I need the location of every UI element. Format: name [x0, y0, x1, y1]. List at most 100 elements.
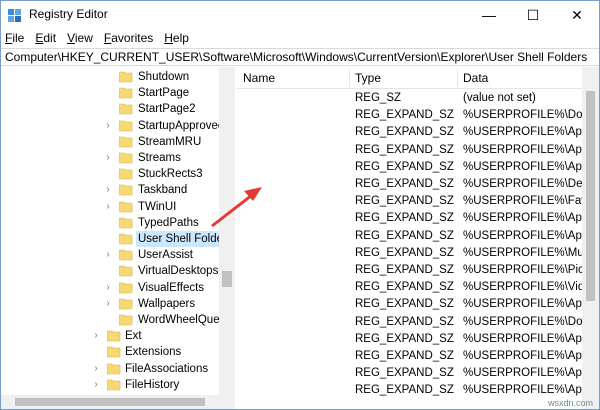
expand-chevron-icon[interactable]: ›: [103, 182, 113, 198]
tree-vertical-scroll-thumb[interactable]: [222, 271, 232, 287]
tree-item-label: Ext: [125, 330, 142, 343]
value-type: REG_EXPAND_SZ: [355, 264, 454, 276]
expand-chevron-icon[interactable]: ›: [103, 296, 113, 312]
expand-chevron-icon[interactable]: ›: [103, 280, 113, 296]
menu-view-rest: iew: [74, 31, 93, 45]
minimize-button[interactable]: —: [467, 1, 511, 29]
maximize-button[interactable]: ☐: [511, 1, 555, 29]
expand-chevron-icon[interactable]: ›: [91, 377, 101, 393]
value-data: %USERPROFILE%\AppDa: [463, 126, 583, 139]
value-row[interactable]: abCacheREG_EXPAND_SZ%USERPROFILE%\AppDa: [237, 142, 599, 159]
tree-item[interactable]: › Taskband: [1, 182, 234, 198]
value-row[interactable]: abRecentREG_EXPAND_SZ%USERPROFILE%\AppDa: [237, 365, 599, 382]
value-row[interactable]: abFavoritesREG_EXPAND_SZ%USERPROFILE%\Fa…: [237, 193, 599, 210]
close-button[interactable]: ✕: [555, 1, 599, 29]
value-data: %USERPROFILE%\AppDa: [463, 160, 583, 173]
folder-icon: [119, 184, 133, 196]
tree-item[interactable]: StartPage2: [1, 101, 234, 117]
value-row[interactable]: abMy VideoREG_EXPAND_SZ%USERPROFILE%\Vid…: [237, 279, 599, 296]
tree-item[interactable]: › TWinUI: [1, 199, 234, 215]
tree-item[interactable]: Shutdown: [1, 69, 234, 85]
expand-chevron-icon[interactable]: ›: [91, 328, 101, 344]
menu-help[interactable]: Help: [164, 31, 189, 45]
value-row[interactable]: abAppDataREG_EXPAND_SZ%USERPROFILE%\AppD…: [237, 124, 599, 141]
value-data: %USERPROFILE%\Favorit: [463, 195, 583, 208]
menu-file-rest: ile: [12, 31, 25, 45]
value-row[interactable]: abPersonalREG_EXPAND_SZ%USERPROFILE%\Doc…: [237, 314, 599, 331]
value-data: %USERPROFILE%\Picture: [463, 264, 583, 276]
value-type: REG_EXPAND_SZ: [355, 143, 454, 156]
menu-help-accel: H: [164, 31, 173, 45]
expand-chevron-icon[interactable]: ›: [103, 150, 113, 166]
tree-item[interactable]: TypedPaths: [1, 215, 234, 231]
column-header-type[interactable]: Type: [349, 67, 457, 89]
expand-chevron-icon[interactable]: ›: [103, 247, 113, 263]
value-row[interactable]: abProgramsREG_EXPAND_SZ%USERPROFILE%\App…: [237, 348, 599, 365]
menu-bar: File Edit View Favorites Help: [1, 29, 599, 47]
tree-item[interactable]: › FileHistory: [1, 377, 234, 393]
value-row[interactable]: ab{374DE290-123F...REG_EXPAND_SZ%USERPRO…: [237, 107, 599, 124]
menu-help-rest: elp: [172, 31, 189, 45]
menu-favorites[interactable]: Favorites: [104, 31, 153, 45]
value-type: REG_EXPAND_SZ: [355, 229, 454, 242]
menu-edit-rest: dit: [43, 31, 57, 45]
value-row[interactable]: abNetHoodREG_EXPAND_SZ%USERPROFILE%\AppD…: [237, 296, 599, 313]
tree-item[interactable]: › Streams: [1, 150, 234, 166]
tree-horizontal-scroll-thumb[interactable]: [15, 398, 205, 406]
value-row[interactable]: abPrintHoodREG_EXPAND_SZ%USERPROFILE%\Ap…: [237, 331, 599, 348]
menu-view[interactable]: View: [67, 31, 93, 45]
folder-icon: [119, 71, 133, 83]
tree-item[interactable]: User Shell Folders: [1, 231, 234, 247]
value-row[interactable]: ab(Default)REG_SZ(value not set): [237, 90, 599, 107]
tree-item[interactable]: › FileAssociations: [1, 361, 234, 377]
value-type: REG_EXPAND_SZ: [355, 298, 454, 311]
column-header-name[interactable]: Name: [237, 67, 349, 89]
title-bar[interactable]: Registry Editor — ☐ ✕: [1, 1, 599, 29]
registry-editor-window: Registry Editor — ☐ ✕ File Edit View Fav…: [0, 0, 600, 410]
value-row[interactable]: abSendToREG_EXPAND_SZ%USERPROFILE%\AppDa: [237, 382, 599, 399]
expand-chevron-icon[interactable]: ›: [103, 118, 113, 134]
value-type: REG_EXPAND_SZ: [355, 212, 454, 225]
folder-icon: [107, 363, 121, 375]
value-row[interactable]: abMy PicturesREG_EXPAND_SZ%USERPROFILE%\…: [237, 262, 599, 279]
folder-icon: [119, 120, 133, 132]
address-bar[interactable]: Computer\HKEY_CURRENT_USER\Software\Micr…: [1, 48, 599, 66]
tree-item-label: UserAssist: [138, 249, 193, 262]
watermark-text: wsxdn.com: [548, 398, 594, 408]
value-type: REG_EXPAND_SZ: [355, 160, 454, 173]
close-icon: ✕: [571, 6, 583, 23]
tree-item[interactable]: › UserAssist: [1, 247, 234, 263]
tree-item[interactable]: › Wallpapers: [1, 296, 234, 312]
expand-chevron-icon[interactable]: ›: [91, 361, 101, 377]
value-row[interactable]: abMy MusicREG_EXPAND_SZ%USERPROFILE%\Mus…: [237, 245, 599, 262]
value-row[interactable]: abHistoryREG_EXPAND_SZ%USERPROFILE%\AppD…: [237, 210, 599, 227]
tree-item[interactable]: › VisualEffects: [1, 280, 234, 296]
tree-item[interactable]: StuckRects3: [1, 166, 234, 182]
expand-chevron-icon[interactable]: ›: [103, 199, 113, 215]
column-headers: Name Type Data: [237, 67, 599, 89]
menu-edit[interactable]: Edit: [35, 31, 56, 45]
value-row[interactable]: abCookiesREG_EXPAND_SZ%USERPROFILE%\AppD…: [237, 159, 599, 176]
tree-item[interactable]: › Ext: [1, 328, 234, 344]
tree-item[interactable]: › StartupApproved: [1, 118, 234, 134]
value-row[interactable]: abDesktopREG_EXPAND_SZ%USERPROFILE%\Desk…: [237, 176, 599, 193]
folder-icon: [119, 314, 133, 326]
menu-file[interactable]: File: [5, 31, 24, 45]
folder-icon: [119, 103, 133, 115]
value-row[interactable]: abLocal AppDataREG_EXPAND_SZ%USERPROFILE…: [237, 228, 599, 245]
tree-item[interactable]: VirtualDesktops: [1, 263, 234, 279]
tree-item[interactable]: StartPage: [1, 85, 234, 101]
folder-icon: [107, 379, 121, 391]
folder-icon: [119, 282, 133, 294]
tree-vertical-scrollbar[interactable]: [219, 67, 235, 395]
window-title: Registry Editor: [29, 7, 108, 21]
key-tree-pane[interactable]: Shutdown StartPage StartPage2 › StartupAppro…: [1, 67, 235, 409]
tree-item[interactable]: StreamMRU: [1, 134, 234, 150]
tree-item[interactable]: WordWheelQuery: [1, 312, 234, 328]
tree-item-label: WordWheelQuery: [138, 314, 230, 326]
column-header-data[interactable]: Data: [457, 67, 597, 89]
tree-item[interactable]: Extensions: [1, 344, 234, 360]
value-data: %USERPROFILE%\AppDa: [463, 229, 583, 242]
list-vertical-scroll-thumb[interactable]: [586, 91, 595, 301]
value-data: %USERPROFILE%\Deskto: [463, 178, 583, 190]
